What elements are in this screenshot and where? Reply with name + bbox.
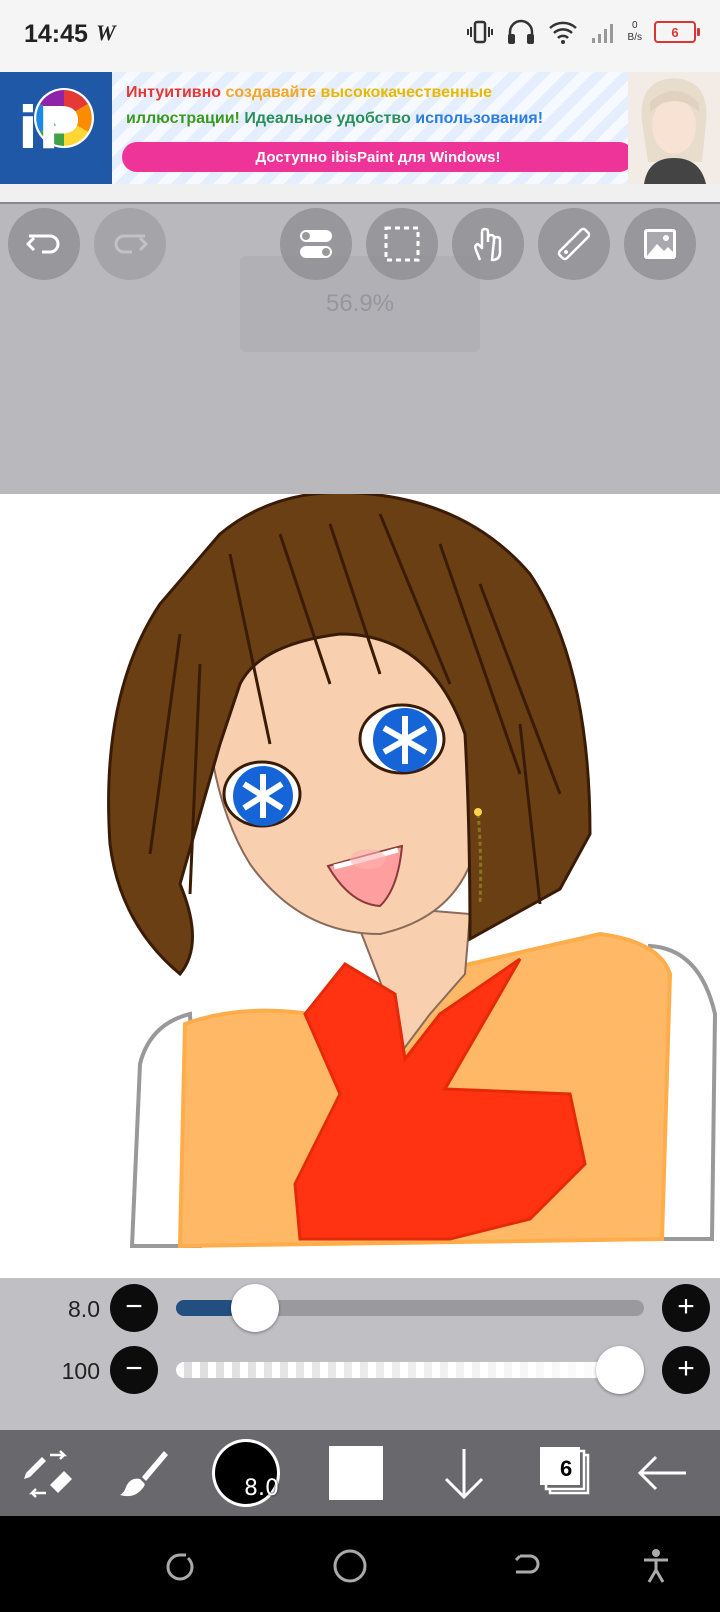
net-speed-unit: B/s xyxy=(627,32,642,43)
divider xyxy=(0,184,720,204)
navigation-bar xyxy=(0,1516,720,1612)
bottom-toolbar: 8.0 6 xyxy=(0,1430,720,1516)
brush-size-label: 8.0 xyxy=(68,1296,100,1322)
back-icon xyxy=(514,1554,540,1574)
accessibility-icon xyxy=(644,1549,668,1583)
color-button[interactable] xyxy=(316,1430,396,1516)
home-icon xyxy=(333,1549,367,1583)
toggle-icon xyxy=(300,230,332,258)
status-icons: 0 B/s 6 xyxy=(466,18,700,46)
undo-button[interactable] xyxy=(8,208,80,280)
ad-headline-1: Интуитивно создавайте высококачественные xyxy=(126,84,492,101)
image-icon xyxy=(644,229,676,259)
battery-level: 6 xyxy=(671,24,679,40)
download-button[interactable] xyxy=(424,1430,504,1516)
status-bar: 14:45 W 0 B/s 6 xyxy=(0,0,720,72)
redo-icon xyxy=(114,234,148,254)
opacity-slider-knob[interactable] xyxy=(596,1346,644,1394)
app-notification-icon: W xyxy=(96,20,116,45)
opacity-plus-button[interactable]: + xyxy=(662,1346,710,1394)
color-icon xyxy=(329,1446,383,1500)
status-time: 14:45 xyxy=(24,20,88,48)
opacity-label: 100 xyxy=(61,1358,100,1384)
wifi-icon xyxy=(548,21,577,44)
size-slider-knob[interactable] xyxy=(230,1284,279,1332)
undo-icon xyxy=(26,234,60,254)
hand-button[interactable] xyxy=(452,208,524,280)
selection-icon xyxy=(384,226,420,262)
brush-panel: 8.0 − + 100 − + xyxy=(0,1278,720,1430)
rotate-icon xyxy=(166,1553,194,1581)
hand-icon xyxy=(474,227,502,262)
rotate-button[interactable] xyxy=(160,1546,200,1586)
brush-icon xyxy=(120,1451,168,1497)
home-button[interactable] xyxy=(330,1546,370,1586)
opacity-minus-button[interactable]: − xyxy=(110,1346,158,1394)
vibrate-icon xyxy=(466,20,493,44)
tool-switch-icon xyxy=(24,1450,72,1498)
size-slider-fill xyxy=(176,1300,237,1316)
net-speed-value: 0 xyxy=(631,20,638,31)
brush-button[interactable] xyxy=(104,1430,184,1516)
headphones-icon xyxy=(507,19,534,44)
toggle-button[interactable] xyxy=(280,208,352,280)
zoom-indicator: 56.9% xyxy=(240,256,480,352)
back-button[interactable] xyxy=(622,1430,702,1516)
download-icon xyxy=(444,1449,484,1500)
tool-switch-button[interactable] xyxy=(8,1430,88,1516)
net-speed: 0 B/s xyxy=(628,20,642,44)
ad-logo-text: iP xyxy=(18,94,81,162)
back-nav-button[interactable] xyxy=(506,1546,546,1586)
ruler-button[interactable] xyxy=(538,208,610,280)
opacity-slider-track[interactable] xyxy=(176,1362,644,1378)
ad-character-image xyxy=(628,72,720,184)
signal-icon xyxy=(591,24,613,43)
accessibility-button[interactable] xyxy=(636,1546,676,1586)
ad-headline-2: иллюстрации! Идеальное удобство использо… xyxy=(126,110,544,127)
brush-size-value: 8.0 xyxy=(244,1476,279,1501)
ibispaint-logo: iP xyxy=(0,72,112,184)
layers-button[interactable]: 6 xyxy=(526,1430,606,1516)
reference-image-button[interactable] xyxy=(624,208,696,280)
ruler-icon xyxy=(557,227,591,261)
drawing-canvas[interactable] xyxy=(0,494,720,1278)
layers-count: 6 xyxy=(560,1456,573,1481)
ad-banner[interactable]: iP Интуитивно создавайте высококачествен… xyxy=(0,72,720,185)
brush-size-button[interactable]: 8.0 xyxy=(206,1430,286,1516)
redo-button[interactable] xyxy=(94,208,166,280)
size-plus-button[interactable]: + xyxy=(662,1284,710,1332)
battery-icon: 6 xyxy=(654,21,700,43)
size-minus-button[interactable]: − xyxy=(110,1284,158,1332)
canvas-area[interactable]: 56.9% xyxy=(0,204,720,1278)
selection-button[interactable] xyxy=(366,208,438,280)
ad-cta-button[interactable]: Доступно ibisPaint для Windows! xyxy=(122,142,634,172)
back-arrow-icon xyxy=(637,1455,686,1491)
opacity-slider-gradient xyxy=(176,1362,644,1378)
